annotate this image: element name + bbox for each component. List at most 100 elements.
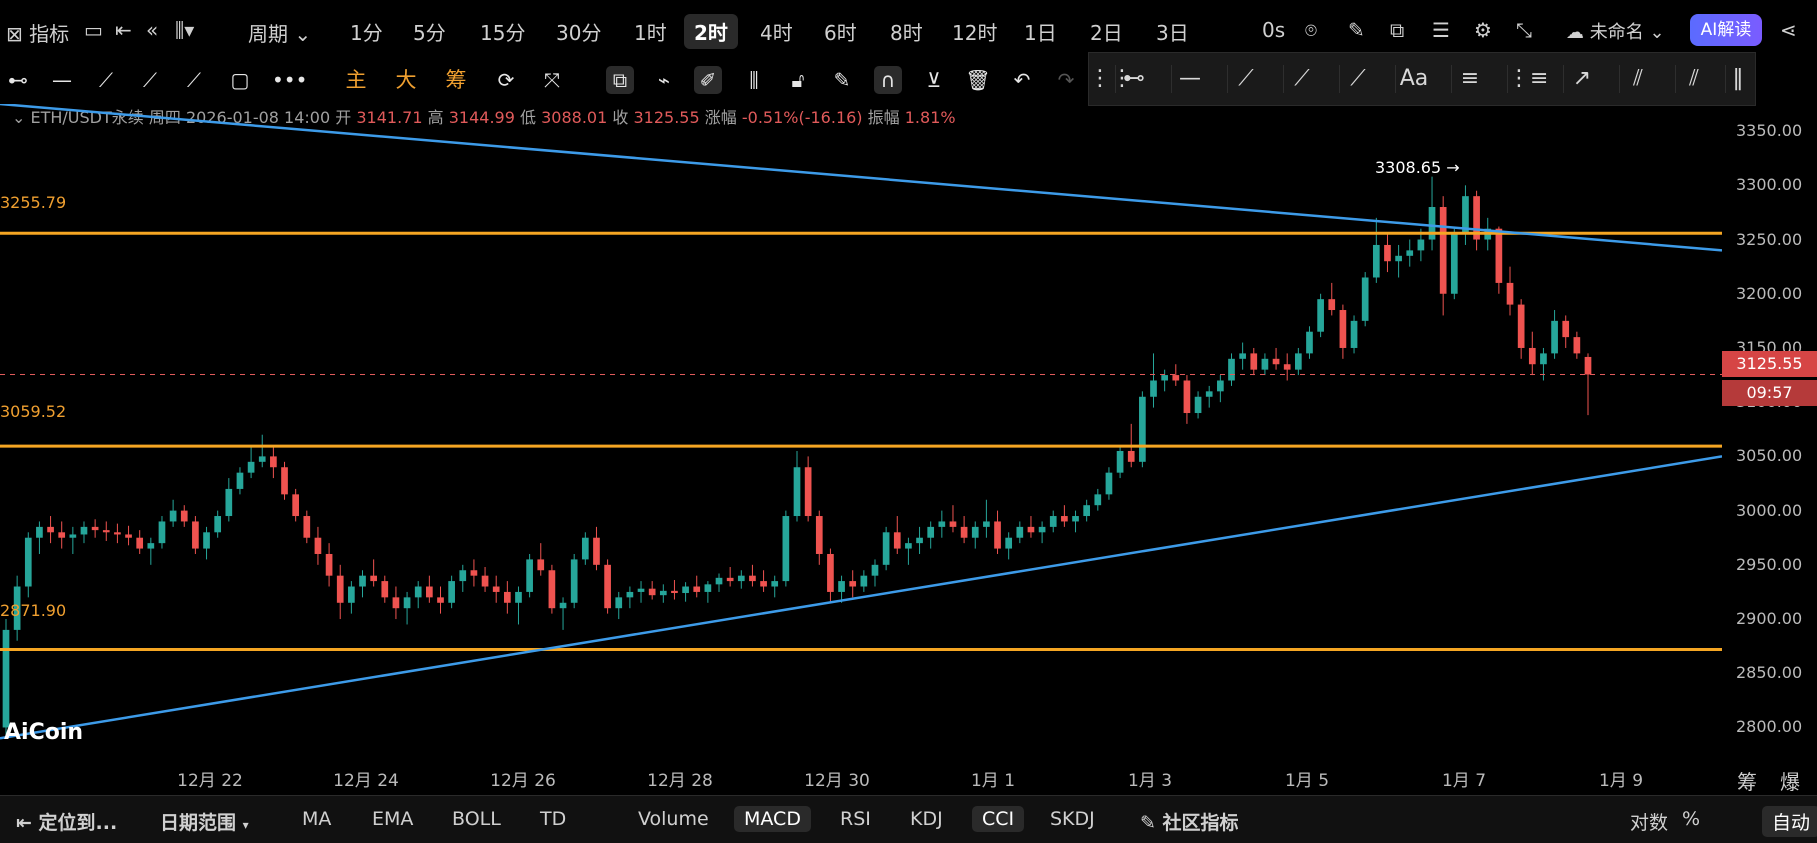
- candle-body: [437, 597, 444, 603]
- brush-icon[interactable]: ✐: [694, 66, 722, 94]
- auto-scale-toggle[interactable]: 自动: [1762, 806, 1817, 837]
- ruler-icon[interactable]: ⊷: [4, 66, 32, 94]
- candle-icon[interactable]: ⫼: [740, 66, 768, 94]
- candle-body: [604, 564, 611, 609]
- timeframe-15分[interactable]: 15分: [470, 14, 535, 49]
- edit-icon[interactable]: ✎: [828, 66, 856, 94]
- candle-body: [1205, 391, 1213, 397]
- horizontal-segment-icon[interactable]: —: [1171, 65, 1208, 93]
- date-range-dropdown[interactable]: 日期范围 ▾: [150, 806, 259, 837]
- timeframe-1日[interactable]: 1日: [1014, 14, 1067, 49]
- magnet-icon[interactable]: ∩: [874, 66, 902, 94]
- undo-layout-icon[interactable]: ⇤: [115, 18, 132, 42]
- period-dropdown[interactable]: 周期 ⌄: [248, 18, 311, 47]
- price-axis[interactable]: 3350.003300.003250.003200.003150.003100.…: [1722, 104, 1817, 760]
- undo-icon[interactable]: ↶: [1008, 66, 1036, 94]
- settings-icon[interactable]: ⚙: [1474, 18, 1492, 42]
- share-screen-icon[interactable]: ⧉: [1390, 18, 1404, 42]
- timeframe-4时[interactable]: 4时: [750, 14, 803, 49]
- pitchfork-icon[interactable]: ⫽: [1619, 65, 1656, 93]
- candle-type-icon[interactable]: ⫼▾: [175, 18, 194, 42]
- indicator-menu[interactable]: ⊠ 指标: [6, 18, 69, 47]
- large-order-toggle[interactable]: 大: [392, 66, 420, 94]
- main-chart-toggle[interactable]: 主: [342, 66, 370, 94]
- copy-icon[interactable]: ⧉: [606, 66, 634, 94]
- time-axis[interactable]: 12月 22 12月 24 12月 26 12月 28 12月 30 1月 1 1月 3 1月…: [0, 760, 1722, 791]
- redo-icon[interactable]: ↷: [1052, 66, 1080, 94]
- ruler-icon[interactable]: ⊷: [1115, 65, 1152, 93]
- timeframe-1时[interactable]: 1时: [624, 14, 677, 49]
- subchart-macd[interactable]: MACD: [734, 806, 811, 832]
- candle-body: [136, 537, 144, 549]
- rectangle-icon[interactable]: ▢: [226, 66, 254, 94]
- sync-icon[interactable]: ⟳: [492, 66, 520, 94]
- layout-icon[interactable]: ▭: [84, 18, 103, 42]
- horizontal-line-icon[interactable]: —: [48, 66, 76, 94]
- ray-icon[interactable]: ⟋: [136, 66, 164, 94]
- overlay-td[interactable]: TD: [530, 806, 576, 832]
- timeframe-12时[interactable]: 12时: [942, 14, 1007, 49]
- candle-body: [1306, 331, 1313, 354]
- measure-icon[interactable]: ⌁: [650, 66, 678, 94]
- arrow-line-icon[interactable]: ↗: [1563, 65, 1600, 93]
- timeframe-5分[interactable]: 5分: [403, 14, 456, 49]
- timeframe-2时[interactable]: 2时: [684, 14, 738, 49]
- subchart-kdj[interactable]: KDJ: [900, 806, 953, 832]
- community-label: 社区指标: [1162, 812, 1239, 834]
- camera-icon[interactable]: ⌾: [1305, 18, 1317, 42]
- subchart-rsi[interactable]: RSI: [830, 806, 881, 832]
- overlay-boll[interactable]: BOLL: [442, 806, 511, 832]
- ai-analysis-button[interactable]: AI解读: [1690, 14, 1762, 46]
- extended-line-icon[interactable]: ⟋: [1339, 65, 1376, 93]
- subchart-skdj[interactable]: SKDJ: [1040, 806, 1105, 832]
- fib-icon[interactable]: ⋮≡: [1507, 65, 1548, 93]
- ray-icon[interactable]: ⟋: [1283, 65, 1320, 93]
- drag-handle-icon[interactable]: ⋮⋮: [1089, 65, 1133, 93]
- subchart-cci[interactable]: CCI: [972, 806, 1025, 832]
- percent-scale-toggle[interactable]: %: [1672, 806, 1710, 832]
- candle-body: [381, 581, 389, 598]
- candle-body: [1250, 353, 1258, 370]
- timeframe-6时[interactable]: 6时: [814, 14, 867, 49]
- log-scale-toggle[interactable]: 对数: [1620, 806, 1678, 837]
- chip-axis-toggle[interactable]: 筹: [1737, 766, 1757, 795]
- more-icon[interactable]: •••: [272, 66, 307, 94]
- collapse-handle-icon[interactable]: ‖: [1725, 65, 1750, 93]
- parallel-channel-icon[interactable]: ≡: [1451, 65, 1488, 93]
- community-indicators-button[interactable]: ✎ 社区指标: [1130, 806, 1249, 837]
- pen-icon[interactable]: ✎: [1348, 18, 1365, 42]
- timeframe-3日[interactable]: 3日: [1146, 14, 1199, 49]
- extended-line-icon[interactable]: ⟋: [180, 66, 208, 94]
- liquidation-axis-toggle[interactable]: 爆: [1780, 766, 1800, 795]
- chevron-down-icon: ⌄: [1649, 22, 1665, 43]
- trend-line-icon[interactable]: ⟋: [92, 66, 120, 94]
- overlay-ma[interactable]: MA: [292, 806, 341, 832]
- lock-icon[interactable]: 🔓︎: [784, 66, 812, 94]
- rewind-icon[interactable]: «: [146, 18, 158, 42]
- indicator-icon: ⊠: [6, 22, 23, 46]
- collapse-icon[interactable]: ⤡: [1516, 18, 1532, 42]
- share-icon[interactable]: ⋖: [1780, 18, 1797, 42]
- candle-body: [192, 521, 199, 549]
- list-icon[interactable]: ☰: [1432, 18, 1450, 42]
- locate-button[interactable]: ⇤ 定位到...: [6, 806, 127, 837]
- overlay-ema[interactable]: EMA: [362, 806, 423, 832]
- timeframe-30分[interactable]: 30分: [546, 14, 611, 49]
- chip-toggle[interactable]: 筹: [442, 66, 470, 94]
- trash-icon[interactable]: 🗑︎: [964, 66, 992, 94]
- cross-cursor-icon[interactable]: ⤧: [538, 66, 566, 94]
- text-icon[interactable]: Aa: [1395, 65, 1432, 93]
- gann-icon[interactable]: ⫽: [1675, 65, 1712, 93]
- layout-name-dropdown[interactable]: ☁ 未命名 ⌄: [1566, 18, 1665, 44]
- subchart-volume[interactable]: Volume: [628, 806, 719, 832]
- timeframe-8时[interactable]: 8时: [880, 14, 933, 49]
- candle-body: [1161, 375, 1168, 381]
- candle-body: [648, 588, 656, 596]
- timeframe-2日[interactable]: 2日: [1080, 14, 1133, 49]
- filter-icon[interactable]: ⊻: [920, 66, 948, 94]
- candle-body: [1049, 516, 1057, 527]
- candlestick-chart[interactable]: [0, 104, 1722, 760]
- candle-body: [403, 597, 411, 609]
- timeframe-1分[interactable]: 1分: [340, 14, 393, 49]
- line-icon[interactable]: ⟋: [1227, 65, 1264, 93]
